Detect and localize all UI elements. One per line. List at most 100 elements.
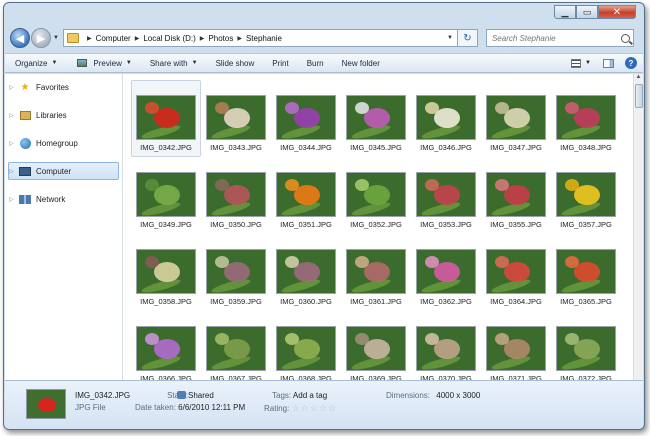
file-tile[interactable]: IMG_0349.JPG [131, 157, 201, 234]
thumbnail-grid: IMG_0342.JPG IMG_0343.JPG IMG_0344.JPG IMG_… [131, 80, 621, 380]
file-tile[interactable]: IMG_0350.JPG [201, 157, 271, 234]
photo-thumbnail [416, 326, 476, 371]
nav-item-libraries[interactable]: ▷ Libraries [5, 106, 122, 124]
file-tile[interactable]: IMG_0351.JPG [271, 157, 341, 234]
nav-item-favorites[interactable]: ▷ ★ Favorites [5, 78, 122, 96]
chevron-right-icon[interactable]: ▶ [87, 35, 92, 42]
file-tile[interactable]: IMG_0360.JPG [271, 234, 341, 311]
date-taken-value[interactable]: 6/6/2010 12:11 PM [178, 403, 245, 412]
file-name: IMG_0364.JPG [490, 297, 542, 306]
file-tile[interactable]: IMG_0347.JPG [481, 80, 551, 157]
file-name: IMG_0345.JPG [350, 143, 402, 152]
file-tile[interactable]: IMG_0361.JPG [341, 234, 411, 311]
date-taken-label: Date taken: [135, 403, 176, 412]
network-icon [19, 194, 31, 205]
breadcrumb-stephanie[interactable]: Stephanie [246, 34, 282, 43]
preview-button[interactable]: Preview ▼ [75, 57, 132, 69]
file-tile[interactable]: IMG_0343.JPG [201, 80, 271, 157]
file-tile[interactable]: IMG_0366.JPG [131, 311, 201, 380]
tags-value[interactable]: Add a tag [293, 391, 327, 400]
breadcrumb-local-disk[interactable]: Local Disk (D:) [143, 34, 195, 43]
file-tile[interactable]: IMG_0369.JPG [341, 311, 411, 380]
chevron-down-icon: ▼ [51, 60, 58, 66]
nav-item-computer[interactable]: ▷ Computer [8, 162, 119, 180]
homegroup-icon [19, 137, 31, 149]
file-tile[interactable]: IMG_0353.JPG [411, 157, 481, 234]
chevron-right-icon[interactable]: ▶ [135, 35, 140, 42]
scroll-up-icon[interactable]: ▲ [634, 74, 643, 84]
photo-thumbnail [346, 172, 406, 217]
file-tile[interactable]: IMG_0364.JPG [481, 234, 551, 311]
file-tile[interactable]: IMG_0348.JPG [551, 80, 621, 157]
back-button[interactable]: ◀ [10, 28, 30, 48]
shared-icon [177, 391, 186, 399]
search-icon[interactable] [620, 33, 630, 43]
file-tile[interactable]: IMG_0365.JPG [551, 234, 621, 311]
file-tile[interactable]: IMG_0344.JPG [271, 80, 341, 157]
burn-button[interactable]: Burn [307, 59, 324, 68]
file-tile[interactable]: IMG_0346.JPG [411, 80, 481, 157]
share-with-button[interactable]: Share with ▼ [150, 59, 198, 68]
file-name: IMG_0365.JPG [560, 297, 612, 306]
file-tile[interactable]: IMG_0371.JPG [481, 311, 551, 380]
file-tile[interactable]: IMG_0372.JPG [551, 311, 621, 380]
minimize-button[interactable]: ▁ [554, 5, 576, 19]
help-icon[interactable]: ? [625, 57, 637, 69]
search-input[interactable] [491, 33, 612, 43]
recent-pages-dropdown[interactable]: ▼ [53, 35, 59, 41]
close-button[interactable]: ✕ [598, 5, 636, 19]
scroll-thumb[interactable] [635, 84, 643, 108]
photo-thumbnail [486, 172, 546, 217]
refresh-button[interactable]: ↻ [457, 29, 478, 47]
nav-item-homegroup[interactable]: ▷ Homegroup [5, 134, 122, 152]
preview-pane-icon [602, 58, 614, 68]
nav-item-network[interactable]: ▷ Network [5, 190, 122, 208]
maximize-button[interactable]: ▭ [576, 5, 598, 19]
chevron-right-icon[interactable]: ▶ [237, 35, 242, 42]
views-icon [571, 58, 582, 68]
chevron-down-icon[interactable]: ▼ [443, 35, 457, 41]
preview-pane-button[interactable] [601, 57, 615, 69]
file-name: IMG_0358.JPG [140, 297, 192, 306]
expand-arrow-icon[interactable]: ▷ [9, 168, 19, 175]
dimensions-value: 4000 x 3000 [436, 391, 481, 400]
vertical-scrollbar[interactable]: ▲ [633, 74, 643, 380]
file-tile[interactable]: IMG_0355.JPG [481, 157, 551, 234]
photo-thumbnail [346, 249, 406, 294]
file-tile[interactable]: IMG_0345.JPG [341, 80, 411, 157]
file-tile[interactable]: IMG_0357.JPG [551, 157, 621, 234]
details-file-type: JPG File [75, 403, 106, 412]
print-button[interactable]: Print [272, 59, 288, 68]
file-tile[interactable]: IMG_0352.JPG [341, 157, 411, 234]
file-tile[interactable]: IMG_0342.JPG [131, 80, 201, 157]
chevron-down-icon[interactable]: ▼ [585, 60, 591, 66]
rating-stars[interactable]: ☆☆☆☆☆ [292, 403, 337, 413]
search-box[interactable] [485, 29, 634, 47]
file-name: IMG_0355.JPG [490, 220, 542, 229]
forward-button[interactable]: ▶ [31, 28, 51, 48]
photo-thumbnail [276, 326, 336, 371]
share-with-label: Share with [149, 58, 188, 68]
file-name: IMG_0348.JPG [560, 143, 612, 152]
expand-arrow-icon[interactable]: ▷ [9, 196, 19, 203]
file-tile[interactable]: IMG_0368.JPG [271, 311, 341, 380]
photo-thumbnail [556, 95, 616, 140]
file-tile[interactable]: IMG_0367.JPG [201, 311, 271, 380]
computer-icon [19, 166, 31, 177]
new-folder-button[interactable]: New folder [342, 59, 380, 68]
slide-show-button[interactable]: Slide show [216, 59, 255, 68]
expand-arrow-icon[interactable]: ▷ [9, 112, 19, 119]
breadcrumb-photos[interactable]: Photos [208, 34, 233, 43]
file-tile[interactable]: IMG_0370.JPG [411, 311, 481, 380]
address-bar[interactable]: ▶ Computer ▶ Local Disk (D:) ▶ Photos ▶ … [62, 29, 458, 47]
file-tile[interactable]: IMG_0359.JPG [201, 234, 271, 311]
organize-button[interactable]: Organize ▼ [15, 59, 57, 68]
file-name: IMG_0359.JPG [210, 297, 262, 306]
breadcrumb-computer[interactable]: Computer [96, 34, 131, 43]
expand-arrow-icon[interactable]: ▷ [9, 84, 19, 91]
file-tile[interactable]: IMG_0362.JPG [411, 234, 481, 311]
file-tile[interactable]: IMG_0358.JPG [131, 234, 201, 311]
chevron-right-icon[interactable]: ▶ [200, 35, 205, 42]
change-view-button[interactable] [569, 57, 583, 69]
expand-arrow-icon[interactable]: ▷ [9, 140, 19, 147]
